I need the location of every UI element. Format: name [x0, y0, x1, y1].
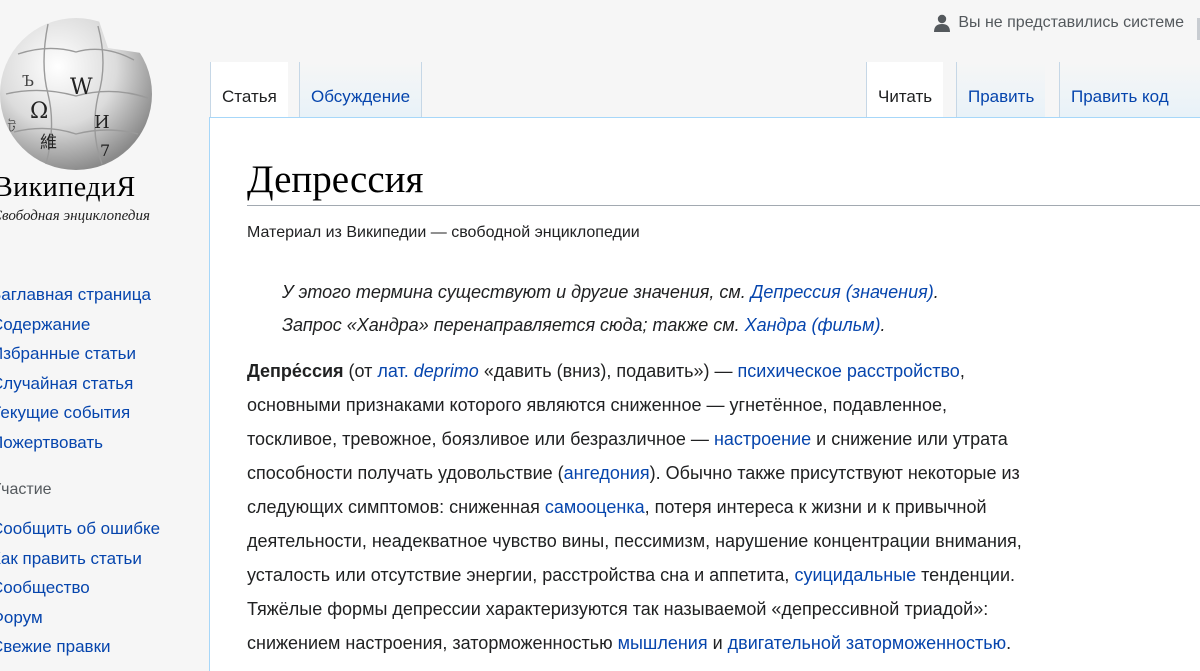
- sidebar-item-report-error[interactable]: Сообщить об ошибке: [0, 514, 169, 544]
- link-suicidal[interactable]: суицидальные: [794, 565, 916, 585]
- sidebar-item-main-page[interactable]: Заглавная страница: [0, 280, 205, 310]
- user-icon: [934, 14, 951, 32]
- hatnote-disambiguation: У этого термина существуют и другие знач…: [282, 282, 939, 302]
- tab-edit-source[interactable]: Править код: [1059, 62, 1200, 118]
- sidebar: Заглавная страница Содержание Избранные …: [0, 280, 205, 656]
- site-subtitle: Материал из Википедии — свободной энцикл…: [247, 224, 640, 241]
- link-thinking[interactable]: мышления: [618, 633, 708, 653]
- logo-glyph: W: [70, 75, 93, 100]
- sidebar-item-forum[interactable]: Форум: [0, 603, 169, 633]
- link-mental-disorder[interactable]: психическое расстройство: [738, 361, 960, 381]
- tab-edit[interactable]: Править: [956, 62, 1046, 118]
- link-deprimo[interactable]: deprimo: [414, 361, 479, 381]
- article-term: Депре́ссия: [247, 361, 344, 381]
- participation-navigation: Сообщить об ошибке Как править статьи Со…: [0, 514, 169, 662]
- page-title: Депрессия: [247, 154, 1200, 206]
- logo-glyph: И: [94, 112, 110, 133]
- link-motor-retardation[interactable]: двигательной заторможенностью: [728, 633, 1006, 653]
- sidebar-item-help-editing[interactable]: Как править статьи: [0, 544, 169, 574]
- main-navigation: Заглавная страница Содержание Избранные …: [0, 280, 205, 457]
- lead-paragraph: Депре́ссия (от лат. deprimo «давить (вни…: [247, 361, 1022, 653]
- logo-glyph: Ъ: [22, 72, 34, 90]
- link-anhedonia[interactable]: ангедония: [564, 463, 650, 483]
- sidebar-heading-participation: Участие: [0, 481, 52, 498]
- logo-wordmark: ВикипедиЯ: [0, 172, 136, 203]
- sidebar-item-current-events[interactable]: Текущие события: [0, 398, 205, 428]
- hatnote-redirect: Запрос «Хандра» перенаправляется сюда; т…: [282, 315, 886, 335]
- sidebar-item-featured[interactable]: Избранные статьи: [0, 339, 205, 369]
- wikipedia-logo[interactable]: Ω W И 維 Ъ ট 7 ВикипедиЯ Свободная энцикл…: [0, 0, 210, 240]
- link-latin-language[interactable]: лат.: [377, 361, 408, 381]
- sidebar-item-random[interactable]: Случайная статья: [0, 369, 205, 399]
- logo-glyph: 7: [100, 141, 110, 160]
- sidebar-item-recent-changes[interactable]: Свежие правки: [0, 632, 169, 662]
- puzzle-globe-icon: Ω W И 維 Ъ ট 7: [0, 18, 152, 170]
- tab-read[interactable]: Читать: [866, 62, 944, 118]
- sidebar-item-contents[interactable]: Содержание: [0, 310, 205, 340]
- sidebar-item-donate[interactable]: Пожертвовать: [0, 428, 205, 458]
- tab-article[interactable]: Статья: [210, 62, 288, 118]
- hatnote-link-film[interactable]: Хандра (фильм): [745, 315, 881, 335]
- logo-glyph: 維: [40, 133, 57, 153]
- tab-talk[interactable]: Обсуждение: [299, 62, 423, 118]
- link-self-esteem[interactable]: самооценка: [545, 497, 645, 517]
- not-logged-in-text: Вы не представились системе: [958, 14, 1184, 31]
- logo-tagline: Свободная энциклопедия: [0, 208, 150, 224]
- article-content: Депрессия Материал из Википедии — свобод…: [209, 117, 1200, 671]
- logo-glyph: ট: [7, 119, 16, 136]
- personal-tools: Вы не представились системе: [934, 14, 1184, 32]
- hatnote-link-disambiguation[interactable]: Депрессия (значения): [751, 282, 934, 302]
- link-mood[interactable]: настроение: [714, 429, 811, 449]
- sidebar-item-community[interactable]: Сообщество: [0, 573, 169, 603]
- logo-glyph: Ω: [30, 99, 48, 124]
